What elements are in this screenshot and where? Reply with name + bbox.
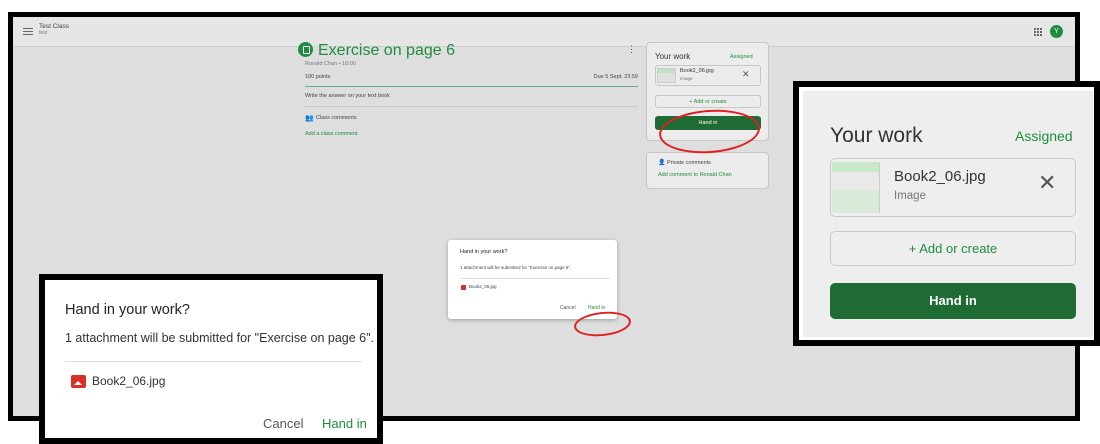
zoom-attachment-type: Image [894,190,926,202]
class-subtitle: test [39,30,48,36]
zoom-dialog-file-name: Book2_06.jpg [92,374,166,388]
zoom-work-status: Assigned [1015,128,1073,144]
class-title[interactable]: Test Class [39,23,69,30]
attachment-type: Image [680,76,693,81]
dialog-file-name: Book2_06.jpg [469,284,497,289]
add-class-comment-link[interactable]: Add a class comment [305,131,358,137]
zoom-your-work-title: Your work [830,124,923,147]
zoom-image-file-icon [71,375,86,388]
dialog-title: Hand in your work? [460,249,508,255]
add-or-create-button[interactable]: + Add or create [655,95,761,108]
attachment-thumbnail [657,68,676,83]
add-private-comment-link[interactable]: Add comment to Ronald Chan [658,172,732,178]
zoom-add-or-create-button[interactable]: + Add or create [830,231,1076,266]
instructions-divider [305,106,638,107]
header-divider [305,86,638,87]
private-comments-label: Private comments [667,160,712,166]
zoom-remove-attachment-icon[interactable]: ✕ [1038,172,1056,194]
assignment-instructions: Write the answer on your text book [305,93,390,99]
zoom-dialog-hand-in-button[interactable]: Hand in [322,416,367,431]
class-comments-label: Class comments [316,115,357,121]
zoom-dialog-divider [65,361,362,362]
more-options-icon[interactable]: ⋮ [627,44,636,55]
person-icon: 👤 [658,160,666,166]
image-file-icon [461,285,466,290]
assignment-icon [298,42,313,57]
private-comments-card [646,152,769,189]
apps-icon[interactable] [1034,28,1042,36]
assignment-author: Ronald Chan • 10:00 [305,61,356,67]
people-icon: 👥 [305,115,314,122]
dialog-cancel-button[interactable]: Cancel [560,305,576,311]
dialog-hand-in-button[interactable]: Hand in [588,305,605,311]
your-work-title: Your work [655,52,691,61]
remove-attachment-icon[interactable]: ✕ [742,69,750,80]
assignment-title: Exercise on page 6 [318,42,455,59]
zoom-hand-in-button[interactable]: Hand in [830,283,1076,319]
attachment-name[interactable]: Book2_06.jpg [680,68,714,74]
zoom-dialog-title: Hand in your work? [65,302,190,318]
top-bar: Test Class test Y [13,17,1075,47]
dialog-divider [460,278,610,279]
avatar[interactable]: Y [1050,25,1063,38]
assignment-points: 100 points [305,74,331,80]
dialog-description: 1 attachment will be submitted for "Exer… [460,265,572,270]
zoom-attachment-thumbnail [832,162,880,213]
zoom-dialog-cancel-button[interactable]: Cancel [263,416,303,431]
zoom-attachment-name[interactable]: Book2_06.jpg [894,168,986,185]
work-status: Assigned [730,54,753,60]
menu-icon[interactable] [23,28,33,35]
zoom-dialog-description: 1 attachment will be submitted for "Exer… [65,331,375,345]
assignment-due: Due 5 Sept. 23:59 [593,74,638,80]
